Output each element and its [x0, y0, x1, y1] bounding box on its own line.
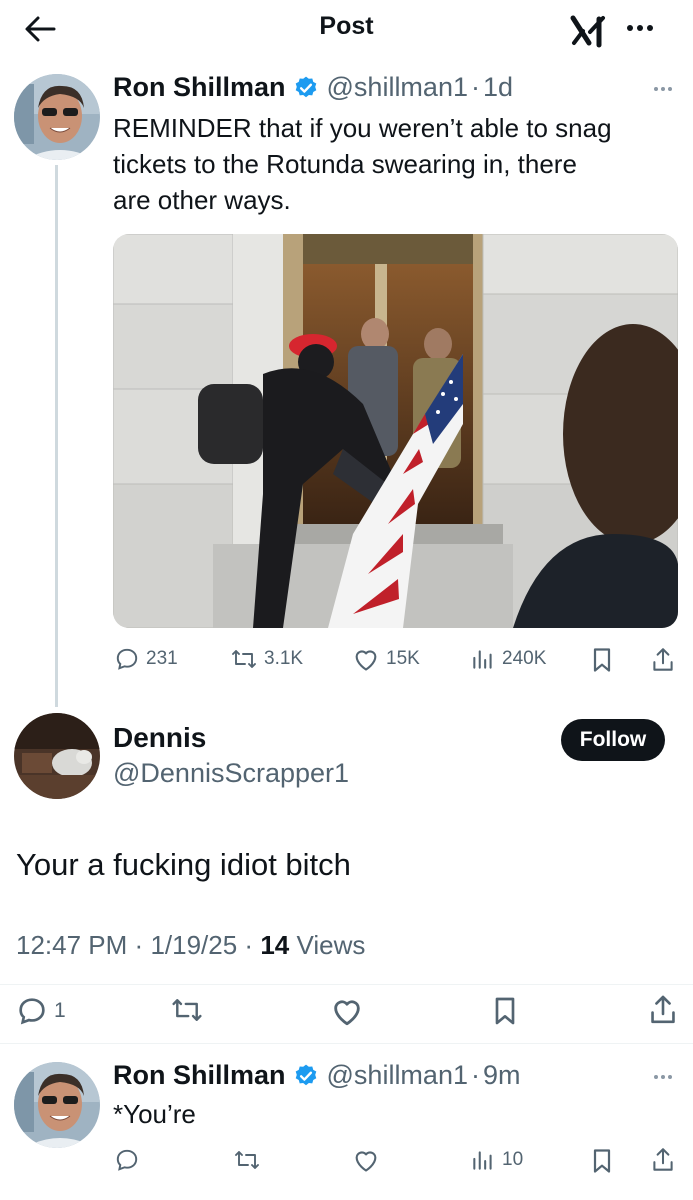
author-name[interactable]: Ron Shillman — [113, 1060, 286, 1091]
share-button[interactable] — [647, 993, 679, 1027]
tweet-text-line: are other ways. — [113, 185, 291, 215]
share-icon — [653, 1148, 673, 1171]
grok-icon[interactable] — [569, 10, 609, 50]
post-views-count[interactable]: 14 — [260, 930, 289, 960]
reply-button[interactable]: 231 — [114, 646, 178, 672]
tweet-time[interactable]: 1d — [483, 72, 513, 103]
reply-text: Your a fucking idiot bitch — [16, 847, 351, 882]
post-meta-line: 12:47 PM · 1/19/25 · 14 Views — [16, 930, 365, 961]
views-count: 240K — [502, 648, 547, 669]
bookmark-icon — [593, 648, 611, 672]
divider — [0, 1043, 693, 1044]
verified-badge-icon — [295, 76, 316, 97]
reply-icon — [116, 1149, 138, 1171]
meta-separator: · — [470, 1060, 480, 1090]
tweet-text-line: REMINDER that if you weren’t able to sna… — [113, 113, 612, 143]
tweet-time[interactable]: 9m — [483, 1060, 521, 1091]
tweet-text-line: tickets to the Rotunda swearing in, ther… — [113, 149, 577, 179]
repost-count: 3.1K — [264, 648, 304, 669]
meta-separator: · — [134, 930, 144, 960]
like-button[interactable]: 15K — [352, 646, 420, 672]
post-time[interactable]: 12:47 PM — [16, 930, 127, 960]
reply-count: 231 — [146, 648, 178, 669]
heart-icon — [355, 650, 377, 671]
thread-connector-line — [55, 165, 58, 707]
follow-button[interactable]: Follow — [561, 719, 665, 761]
share-icon — [651, 995, 675, 1024]
repost-icon — [235, 1151, 259, 1169]
tweet-text: REMINDER that if you weren’t able to sna… — [113, 110, 612, 218]
tweet-header: Ron Shillman @shillman1 · 9m — [113, 1060, 521, 1091]
reply-icon — [19, 998, 45, 1025]
heart-icon — [355, 1151, 377, 1172]
tweet-more-icon[interactable] — [650, 1070, 680, 1084]
divider — [0, 984, 693, 985]
top-bar: Post — [0, 0, 693, 58]
reply-count: 1 — [54, 999, 66, 1022]
post-views-label: Views — [296, 930, 366, 960]
reply-button[interactable] — [114, 1147, 140, 1173]
reply-author-handle[interactable]: @DennisScrapper1 — [113, 758, 349, 789]
tweet-text: *You’re — [113, 1099, 196, 1129]
repost-button[interactable] — [233, 1147, 261, 1173]
bookmark-button[interactable] — [490, 995, 520, 1027]
verified-badge-icon — [295, 1064, 316, 1085]
share-button[interactable] — [650, 1146, 676, 1174]
author-handle[interactable]: @shillman1 — [327, 1060, 468, 1091]
bookmark-button[interactable] — [590, 646, 614, 674]
views-count: 10 — [502, 1149, 524, 1170]
like-count: 15K — [386, 648, 420, 669]
repost-icon — [232, 650, 256, 668]
reply-button[interactable]: 1 — [16, 995, 66, 1027]
author-name[interactable]: Ron Shillman — [113, 72, 286, 103]
repost-button[interactable]: 3.1K — [230, 646, 303, 672]
reply-author-name[interactable]: Dennis — [113, 722, 206, 754]
bookmark-icon — [495, 997, 515, 1025]
like-button[interactable] — [330, 995, 364, 1027]
bookmark-icon — [593, 1149, 611, 1173]
analytics-icon — [473, 1151, 492, 1170]
avatar-dennis[interactable] — [14, 713, 100, 799]
tweet-more-icon[interactable] — [650, 82, 680, 96]
post-date[interactable]: 1/19/25 — [150, 930, 237, 960]
tweet-header: Ron Shillman @shillman1 · 1d — [113, 72, 513, 103]
views-button[interactable]: 10 — [470, 1147, 523, 1173]
tweet-photo[interactable] — [113, 234, 678, 628]
share-icon — [653, 648, 673, 671]
share-button[interactable] — [650, 646, 676, 674]
author-handle[interactable]: @shillman1 — [327, 72, 468, 103]
reply-icon — [116, 648, 138, 670]
avatar-ron-shillman[interactable] — [14, 1062, 100, 1148]
repost-button[interactable] — [170, 995, 204, 1025]
more-options-icon[interactable] — [620, 14, 660, 42]
meta-separator: · — [244, 930, 254, 960]
views-button[interactable]: 240K — [470, 646, 546, 672]
repost-icon — [172, 999, 202, 1021]
heart-icon — [334, 1000, 360, 1026]
bookmark-button[interactable] — [590, 1147, 614, 1175]
like-button[interactable] — [352, 1147, 380, 1173]
meta-separator: · — [470, 72, 480, 102]
avatar-ron-shillman[interactable] — [14, 74, 100, 160]
analytics-icon — [473, 650, 492, 669]
